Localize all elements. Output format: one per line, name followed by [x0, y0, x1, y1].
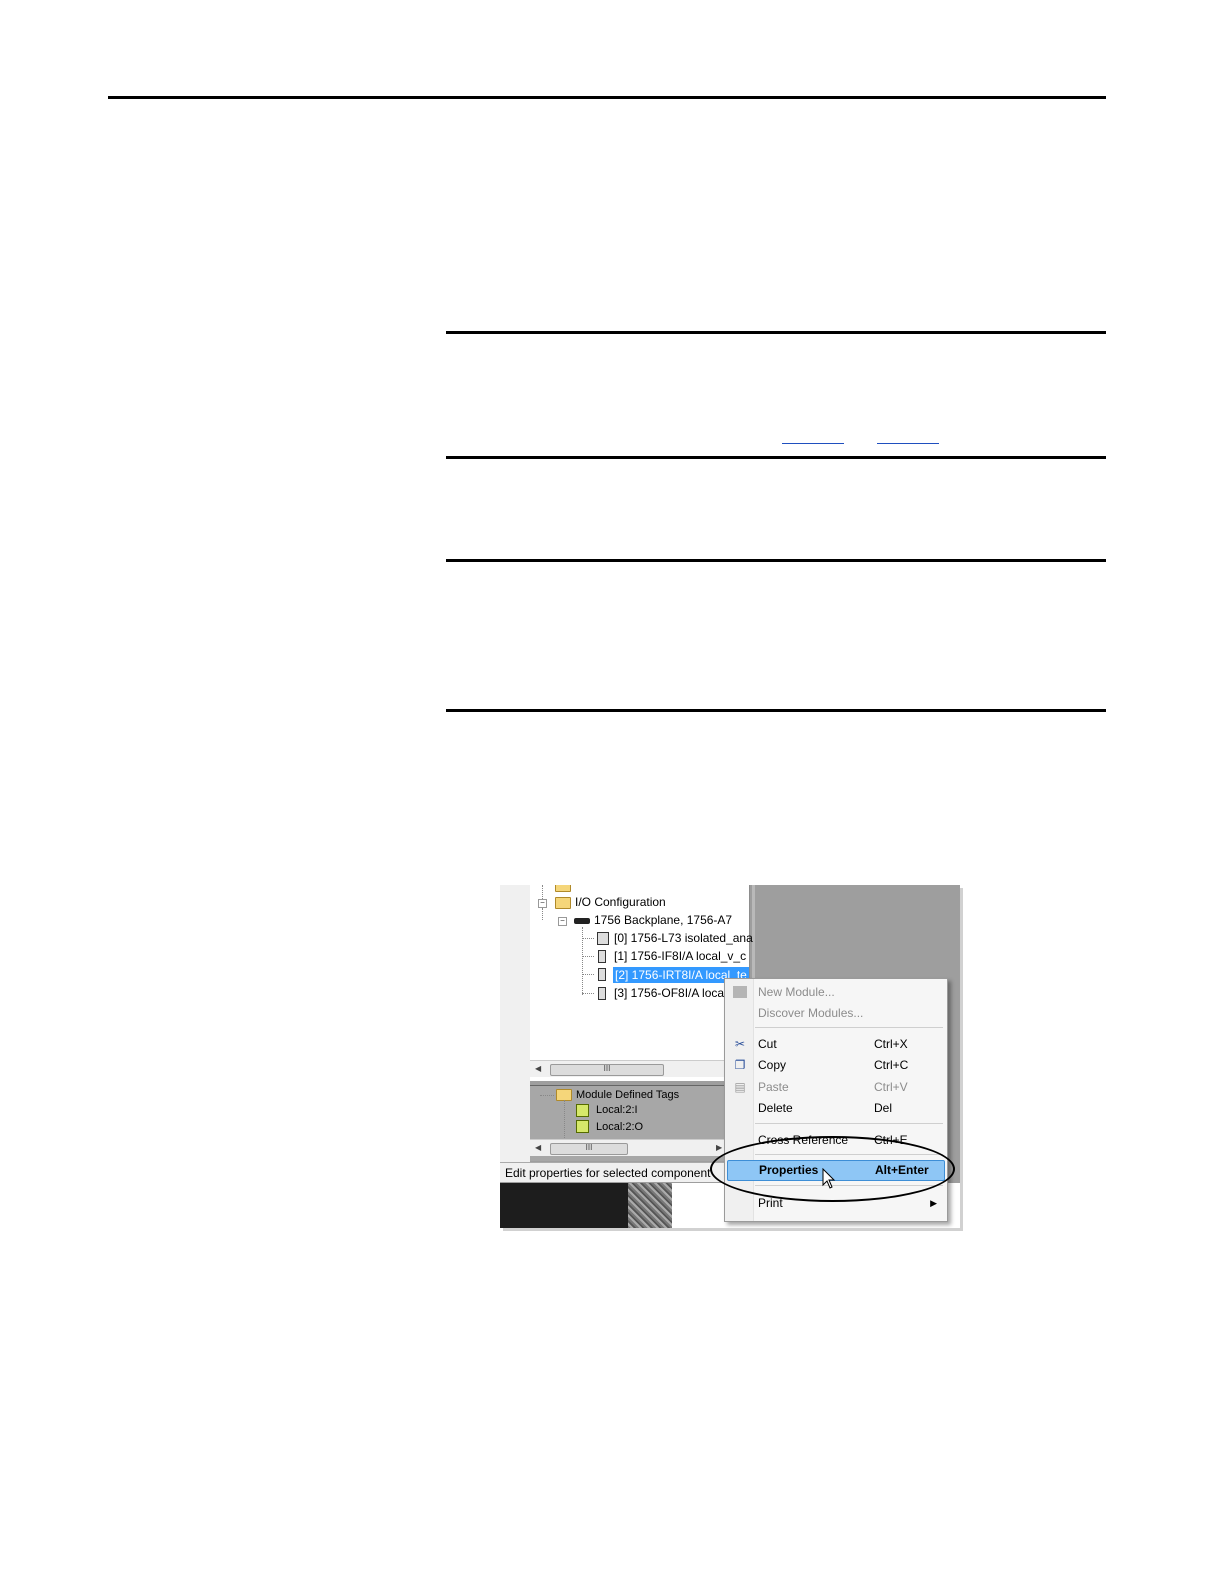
status-bar: Edit properties for selected component	[500, 1162, 730, 1182]
copy-icon: ❐	[734, 1058, 746, 1072]
menu-item-copy[interactable]: ❐ Copy Ctrl+C	[727, 1055, 943, 1075]
scroll-thumb[interactable]: III	[550, 1143, 628, 1155]
screenshot-figure: − I/O Configuration − 1756 Backplane, 17…	[500, 885, 960, 1228]
background-image	[628, 1183, 672, 1228]
tree-horizontal-scrollbar[interactable]: ◀ III	[530, 1060, 749, 1077]
table-rule-1	[446, 331, 1106, 334]
module-icon	[598, 968, 606, 981]
menu-separator	[755, 1027, 943, 1028]
tree-item-module-1[interactable]: [1] 1756-IF8I/A local_v_c	[614, 948, 746, 964]
taskbar-area	[500, 1183, 628, 1228]
scroll-left-arrow-icon[interactable]: ◀	[535, 1143, 541, 1152]
module-icon	[598, 987, 606, 1000]
scroll-thumb[interactable]: III	[550, 1064, 664, 1076]
menu-item-delete[interactable]: Delete Del	[727, 1098, 943, 1118]
scissors-icon: ✂	[734, 1037, 746, 1051]
tree-item-tag-output[interactable]: Local:2:O	[596, 1119, 643, 1135]
mouse-pointer-icon	[822, 1168, 836, 1189]
scroll-left-arrow-icon[interactable]: ◀	[535, 1064, 541, 1073]
tree-item-backplane[interactable]: 1756 Backplane, 1756-A7	[594, 912, 732, 928]
controller-icon	[597, 932, 609, 945]
table-rule-3	[446, 559, 1106, 562]
scroll-right-arrow-icon[interactable]: ▶	[716, 1143, 722, 1152]
menu-item-cut[interactable]: ✂ Cut Ctrl+X	[727, 1034, 943, 1054]
folder-icon	[555, 897, 571, 909]
menu-item-paste[interactable]: ▤ Paste Ctrl+V	[727, 1077, 943, 1097]
new-module-icon	[733, 986, 747, 998]
paste-icon: ▤	[734, 1080, 746, 1094]
submenu-arrow-icon: ▶	[930, 1198, 937, 1208]
menu-item-new-module[interactable]: New Module...	[727, 982, 943, 1002]
tag-icon	[576, 1104, 589, 1117]
controller-organizer-tree[interactable]: − I/O Configuration − 1756 Backplane, 17…	[530, 885, 753, 1081]
tags-horizontal-scrollbar[interactable]: ◀ III ▶	[530, 1139, 725, 1156]
collapse-icon[interactable]: −	[558, 917, 567, 926]
page-header-rule	[108, 96, 1106, 99]
folder-icon	[555, 885, 571, 892]
left-strip	[500, 885, 530, 1170]
tree-item-module-0[interactable]: [0] 1756-L73 isolated_ana	[614, 930, 753, 946]
collapse-icon[interactable]: −	[538, 899, 547, 908]
menu-separator	[755, 1123, 943, 1124]
backplane-icon	[574, 918, 590, 924]
module-icon	[598, 950, 606, 963]
menu-item-discover-modules[interactable]: Discover Modules...	[727, 1003, 943, 1023]
tree-item-tag-input[interactable]: Local:2:I	[596, 1102, 638, 1118]
table-rule-2	[446, 456, 1106, 459]
link-underline-2[interactable]	[877, 443, 939, 444]
tree-item-io-configuration[interactable]: I/O Configuration	[575, 894, 666, 910]
link-underline-1[interactable]	[782, 443, 844, 444]
table-rule-4	[446, 709, 1106, 712]
tag-icon	[576, 1120, 589, 1133]
module-tags-pane[interactable]: Module Defined Tags Local:2:I Local:2:O …	[530, 1085, 725, 1161]
tree-item-module-3[interactable]: [3] 1756-OF8I/A loca	[614, 985, 724, 1001]
tree-item-module-defined-tags[interactable]: Module Defined Tags	[576, 1087, 679, 1103]
